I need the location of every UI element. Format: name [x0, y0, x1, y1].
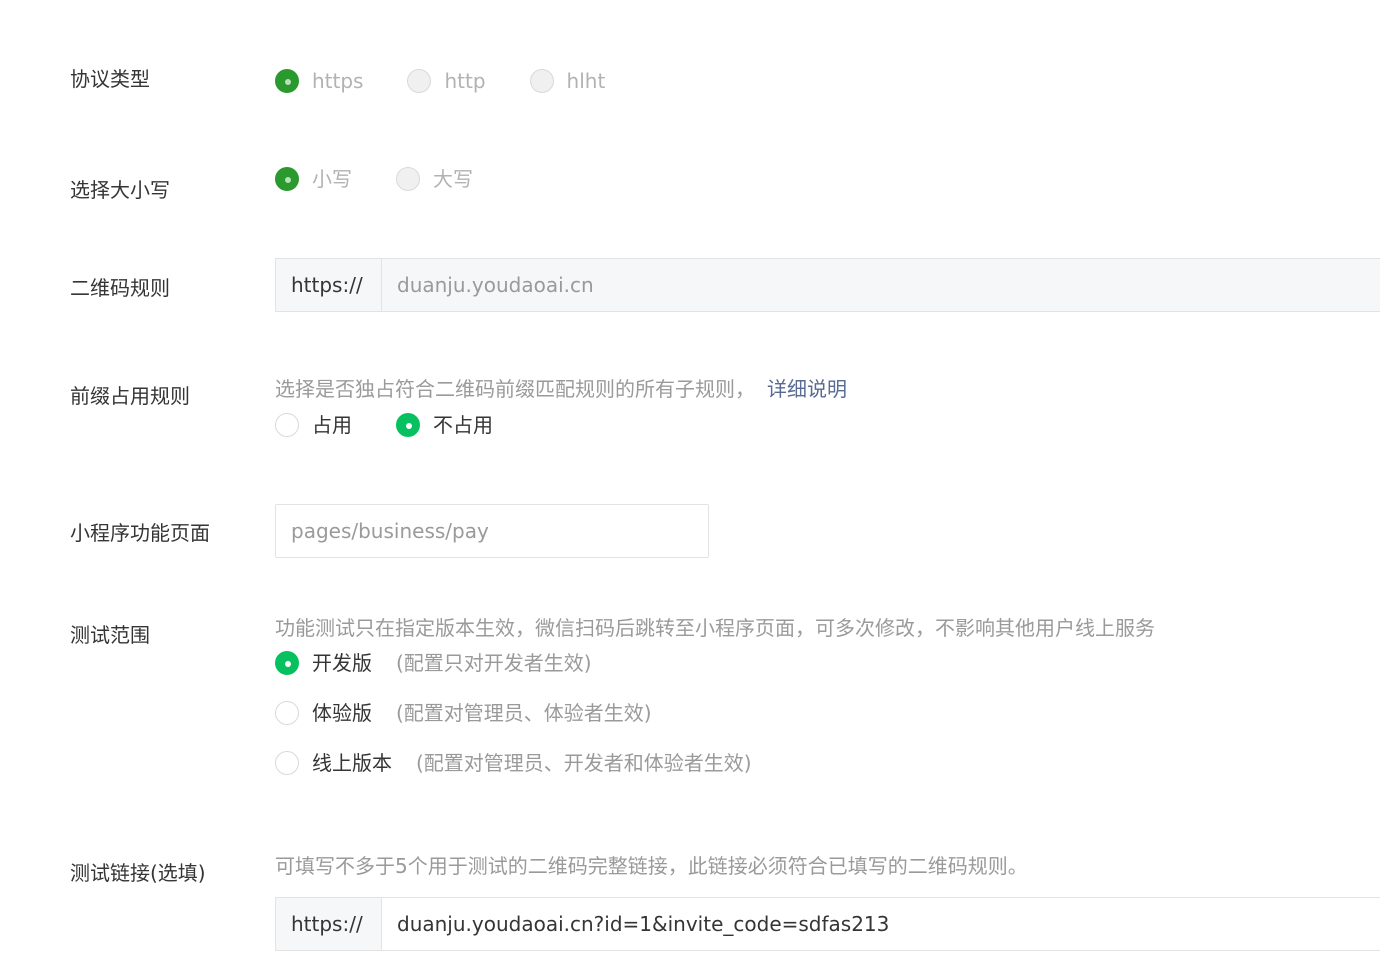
- radio-checked-icon: [275, 69, 299, 93]
- qr-rule-input[interactable]: https:// duanju.youdaoai.cn: [275, 258, 1380, 312]
- radio-unchecked-icon: [275, 701, 299, 725]
- test-scope-option-label: 线上版本: [312, 751, 392, 775]
- test-link-label: 测试链接(选填): [70, 861, 206, 885]
- case-radio-lower[interactable]: 小写: [275, 167, 352, 191]
- protocol-radio-http[interactable]: http: [407, 69, 486, 93]
- protocol-label: 协议类型: [70, 67, 150, 91]
- radio-unchecked-icon: [396, 167, 420, 191]
- prefix-rule-label: 前缀占用规则: [70, 384, 190, 408]
- prefix-rule-radio-group: 占用 不占用: [275, 413, 537, 437]
- prefix-rule-hint-text: 选择是否独占符合二维码前缀匹配规则的所有子规则，: [275, 377, 755, 401]
- test-scope-hint: 功能测试只在指定版本生效，微信扫码后跳转至小程序页面，可多次修改，不影响其他用户…: [275, 616, 1155, 640]
- test-scope-radio-dev[interactable]: 开发版 (配置只对开发者生效): [275, 651, 592, 675]
- page-label: 小程序功能页面: [70, 521, 210, 545]
- case-radio-group: 小写 大写: [275, 167, 517, 191]
- radio-unchecked-icon: [275, 751, 299, 775]
- test-scope-option-label: 体验版: [312, 701, 372, 725]
- case-label: 选择大小写: [70, 178, 170, 202]
- test-scope-option-note: (配置只对开发者生效): [396, 651, 592, 675]
- test-scope-label: 测试范围: [70, 623, 150, 647]
- prefix-rule-detail-link[interactable]: 详细说明: [767, 377, 847, 401]
- test-link-hint: 可填写不多于5个用于测试的二维码完整链接，此链接必须符合已填写的二维码规则。: [275, 854, 1028, 878]
- case-option-label: 小写: [312, 167, 352, 191]
- protocol-option-label: hlht: [566, 69, 606, 93]
- test-scope-option-note: (配置对管理员、体验者生效): [396, 701, 652, 725]
- prefix-rule-radio-not-occupy[interactable]: 不占用: [396, 413, 493, 437]
- test-scope-option-note: (配置对管理员、开发者和体验者生效): [416, 751, 752, 775]
- radio-checked-icon: [275, 167, 299, 191]
- prefix-rule-option-label: 占用: [312, 413, 352, 437]
- prefix-rule-option-label: 不占用: [433, 413, 493, 437]
- case-radio-upper[interactable]: 大写: [396, 167, 473, 191]
- test-link-input[interactable]: https:// duanju.youdaoai.cn?id=1&invite_…: [275, 897, 1380, 951]
- qr-rule-value[interactable]: duanju.youdaoai.cn: [382, 259, 1380, 311]
- case-option-label: 大写: [433, 167, 473, 191]
- protocol-radio-hlht[interactable]: hlht: [529, 69, 606, 93]
- prefix-rule-radio-occupy[interactable]: 占用: [275, 413, 352, 437]
- protocol-option-label: http: [444, 69, 486, 93]
- protocol-option-label: https: [312, 69, 364, 93]
- test-scope-radio-trial[interactable]: 体验版 (配置对管理员、体验者生效): [275, 701, 652, 725]
- qr-rule-prefix: https://: [276, 259, 382, 311]
- prefix-rule-hint: 选择是否独占符合二维码前缀匹配规则的所有子规则， 详细说明: [275, 377, 847, 401]
- radio-checked-icon: [275, 651, 299, 675]
- radio-unchecked-icon: [529, 69, 554, 93]
- test-scope-radio-release[interactable]: 线上版本 (配置对管理员、开发者和体验者生效): [275, 751, 752, 775]
- qr-rule-label: 二维码规则: [70, 276, 170, 300]
- page-path-input[interactable]: pages/business/pay: [275, 504, 709, 558]
- protocol-radio-group: https http hlht: [275, 69, 649, 93]
- test-link-prefix: https://: [276, 898, 382, 950]
- test-link-value[interactable]: duanju.youdaoai.cn?id=1&invite_code=sdfa…: [382, 898, 1380, 950]
- test-scope-option-label: 开发版: [312, 651, 372, 675]
- protocol-radio-https[interactable]: https: [275, 69, 363, 93]
- radio-unchecked-icon: [275, 413, 299, 437]
- radio-unchecked-icon: [407, 69, 432, 93]
- radio-checked-icon: [396, 413, 420, 437]
